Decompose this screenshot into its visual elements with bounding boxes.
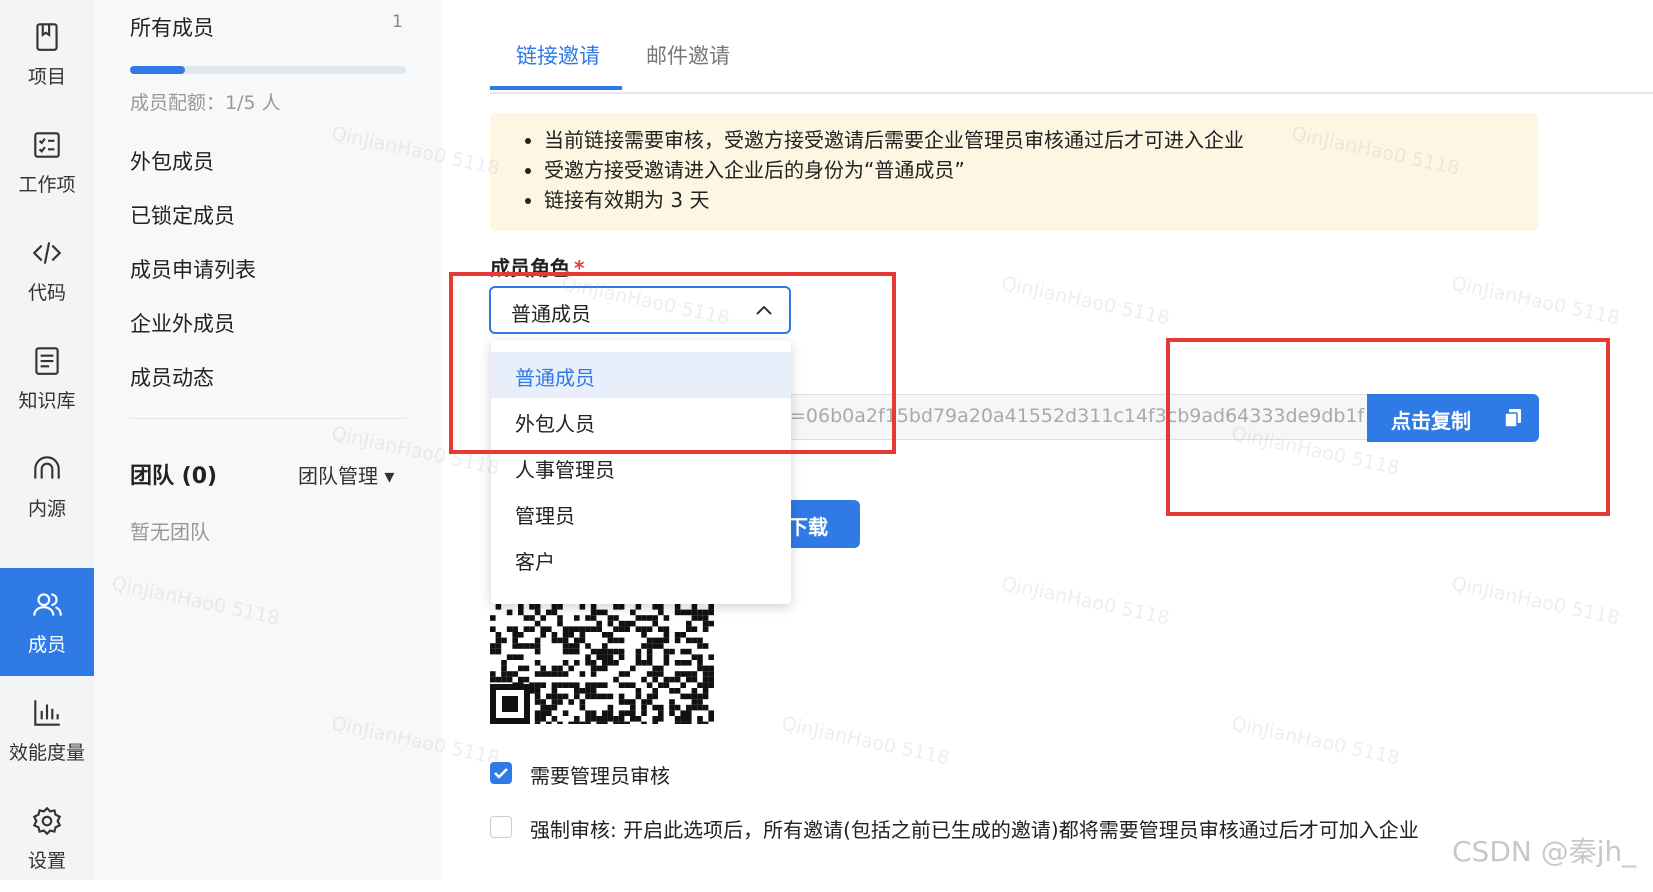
required-mark: * (574, 256, 585, 280)
book-icon (36, 22, 58, 51)
code-icon (32, 241, 62, 264)
rail-item-metrics[interactable]: 效能度量 (0, 676, 94, 784)
rail-item-workitem[interactable]: 工作项 (0, 108, 94, 216)
external-members-link[interactable]: 企业外成员 (130, 308, 235, 338)
outsourced-members-link[interactable]: 外包成员 (130, 146, 214, 176)
copy-button-label: 点击复制 (1391, 409, 1471, 433)
no-team-text: 暂无团队 (130, 520, 210, 544)
member-activity-link[interactable]: 成员动态 (130, 362, 214, 392)
role-select-value: 普通成员 (511, 302, 591, 326)
rail-item-label: 知识库 (18, 389, 76, 412)
quota-progress-fill (130, 66, 186, 74)
watermark: QinJianHao0 5118 (1449, 572, 1622, 630)
role-option-label: 管理员 (515, 504, 575, 528)
document-icon (35, 346, 59, 375)
rail-item-label: 成员 (27, 633, 66, 656)
rail-item-label: 项目 (27, 65, 66, 88)
active-tab-underline (490, 86, 622, 90)
notice-item: 当前链接需要审核，受邀方接受邀请后需要企业管理员审核通过后才可进入企业 (544, 125, 1538, 155)
watermark: QinJianHao0 5118 (999, 572, 1172, 630)
require-review-checkbox[interactable] (490, 762, 512, 784)
icon-rail: 项目 工作项 代码 知识库 内源 成员 效能度量 设置 (0, 0, 94, 880)
rail-item-label: 效能度量 (8, 741, 85, 764)
rail-item-label: 工作项 (18, 173, 76, 196)
invite-link-field[interactable]: =06b0a2f15bd79a20a41552d311c14f3cb9ad643… (789, 394, 1367, 440)
copy-link-button[interactable]: 点击复制 (1367, 394, 1539, 442)
role-option-label: 客户 (515, 550, 555, 574)
role-option[interactable]: 人事管理员 (491, 444, 791, 490)
require-review-label: 需要管理员审核 (530, 764, 670, 788)
notice-item: 链接有效期为 3 天 (544, 185, 1538, 215)
invite-tabs: 链接邀请 邮件邀请 (490, 0, 1653, 94)
download-button-label: 下载 (788, 515, 828, 539)
tab-link-invite[interactable]: 链接邀请 (516, 40, 600, 70)
watermark: QinJianHao0 5118 (999, 272, 1172, 330)
role-option-label: 外包人员 (515, 412, 595, 436)
role-dropdown-menu: 普通成员 外包人员 人事管理员 管理员 客户 (491, 340, 791, 604)
rail-item-label: 内源 (27, 497, 66, 520)
qr-code (490, 604, 714, 724)
rail-item-members[interactable]: 成员 (0, 568, 94, 676)
checklist-icon (34, 131, 60, 158)
rail-item-label: 代码 (27, 281, 66, 304)
role-option[interactable]: 客户 (491, 536, 791, 582)
rail-item-innersource[interactable]: 内源 (0, 432, 94, 540)
force-review-checkbox[interactable] (490, 816, 512, 838)
locked-members-link[interactable]: 已锁定成员 (130, 200, 235, 230)
role-option-label: 人事管理员 (515, 458, 615, 482)
people-icon (33, 592, 62, 616)
role-option[interactable]: 外包人员 (491, 398, 791, 444)
quota-label: 成员配额：1/5 人 (130, 92, 281, 114)
bar-chart-icon (34, 699, 60, 726)
rail-item-project[interactable]: 项目 (0, 0, 94, 108)
copy-icon (1504, 409, 1521, 428)
watermark: QinJianHao0 5118 (779, 712, 952, 770)
invite-link-text: =06b0a2f15bd79a20a41552d311c14f3cb9ad643… (790, 405, 1365, 427)
all-members-count: 1 (392, 12, 403, 32)
gear-icon (32, 806, 62, 835)
all-members-link[interactable]: 所有成员 (130, 12, 214, 42)
team-manage-dropdown[interactable]: 团队管理 ▾ (298, 460, 394, 489)
role-option[interactable]: 普通成员 (491, 352, 791, 398)
team-title: 团队 (0) (130, 464, 218, 489)
notice-item: 受邀方接受邀请进入企业后的身份为“普通成员” (544, 155, 1538, 185)
role-select[interactable]: 普通成员 (489, 286, 791, 334)
quota-progress (130, 66, 406, 74)
inner-source-icon (34, 455, 60, 479)
panel-divider (130, 418, 406, 419)
watermark: QinJianHao0 5118 (1449, 272, 1622, 330)
tab-email-invite[interactable]: 邮件邀请 (646, 40, 730, 70)
role-option[interactable]: 管理员 (491, 490, 791, 536)
watermark: QinJianHao0 5118 (1229, 712, 1402, 770)
role-label-text: 成员角色 (490, 256, 570, 280)
notice-box: 当前链接需要审核，受邀方接受邀请后需要企业管理员审核通过后才可进入企业 受邀方接… (490, 113, 1538, 231)
rail-item-code[interactable]: 代码 (0, 216, 94, 324)
role-label: 成员角色 * (490, 252, 584, 281)
checkmark-icon (494, 768, 508, 779)
rail-item-label: 设置 (27, 849, 66, 872)
members-panel: 所有成员 1 成员配额：1/5 人 外包成员 已锁定成员 成员申请列表 企业外成… (94, 0, 442, 880)
csdn-watermark: CSDN @秦jh_ (1452, 835, 1637, 868)
force-review-label: 强制审核: 开启此选项后，所有邀请(包括之前已生成的邀请)都将需要管理员审核通过… (530, 818, 1419, 842)
rail-item-settings[interactable]: 设置 (0, 784, 94, 892)
chevron-up-icon (756, 305, 772, 315)
role-option-label: 普通成员 (515, 366, 595, 390)
member-applications-link[interactable]: 成员申请列表 (130, 254, 256, 284)
rail-item-knowledge[interactable]: 知识库 (0, 324, 94, 432)
